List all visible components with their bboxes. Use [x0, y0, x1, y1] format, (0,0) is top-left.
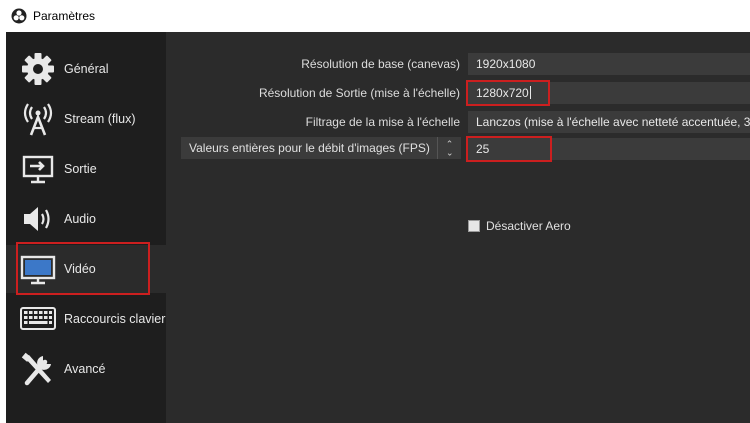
output-resolution-label: Résolution de Sortie (mise à l'échelle) — [258, 86, 460, 100]
sidebar-item-audio[interactable]: Audio — [6, 195, 166, 243]
sidebar-item-hotkeys[interactable]: Raccourcis clavier — [6, 295, 166, 343]
sidebar-item-general[interactable]: Général — [6, 45, 166, 93]
title-bar: Paramètres — [0, 0, 750, 32]
disable-aero-checkbox[interactable] — [468, 220, 480, 232]
output-resolution-value: 1280x720 — [476, 86, 529, 100]
obs-logo-icon — [11, 8, 27, 24]
sidebar-item-label: Stream (flux) — [64, 112, 136, 126]
output-resolution-combo[interactable]: 1280x720 — [468, 82, 750, 104]
disable-aero-label: Désactiver Aero — [486, 219, 571, 233]
sidebar-item-video[interactable]: Vidéo — [6, 245, 166, 293]
broadcast-icon — [20, 102, 56, 136]
settings-sidebar: Général Stream (flux) Sortie Audio Vidéo… — [6, 32, 166, 423]
fps-type-value: Valeurs entières pour le débit d'images … — [189, 141, 430, 155]
output-icon — [20, 152, 56, 186]
sidebar-item-label: Sortie — [64, 162, 97, 176]
sidebar-item-label: Vidéo — [64, 262, 96, 276]
sidebar-item-advanced[interactable]: Avancé — [6, 345, 166, 393]
fps-type-spinner[interactable]: ⌃ ⌃ — [437, 137, 461, 159]
fps-type-combo[interactable]: Valeurs entières pour le débit d'images … — [181, 137, 461, 159]
speaker-icon — [20, 202, 56, 236]
chevron-down-icon: ⌃ — [445, 147, 454, 157]
window-title: Paramètres — [33, 9, 96, 23]
downscale-filter-label: Filtrage de la mise à l'échelle — [305, 115, 460, 129]
text-cursor — [529, 86, 531, 99]
gear-icon — [20, 52, 56, 86]
sidebar-item-label: Audio — [64, 212, 96, 226]
sidebar-item-output[interactable]: Sortie — [6, 145, 166, 193]
fps-value-combo[interactable]: 25 — [468, 138, 750, 160]
base-resolution-label: Résolution de base (canevas) — [301, 57, 460, 71]
keyboard-icon — [20, 302, 56, 336]
sidebar-item-stream[interactable]: Stream (flux) — [6, 95, 166, 143]
sidebar-item-label: Avancé — [64, 362, 106, 376]
sidebar-item-label: Général — [64, 62, 109, 76]
downscale-filter-combo[interactable]: Lanczos (mise à l'échelle avec netteté a… — [468, 111, 750, 133]
monitor-icon — [20, 252, 56, 286]
base-resolution-combo[interactable]: 1920x1080 — [468, 53, 750, 75]
disable-aero-option[interactable]: Désactiver Aero — [468, 219, 571, 233]
tools-icon — [20, 352, 56, 386]
sidebar-item-label: Raccourcis clavier — [64, 312, 166, 326]
